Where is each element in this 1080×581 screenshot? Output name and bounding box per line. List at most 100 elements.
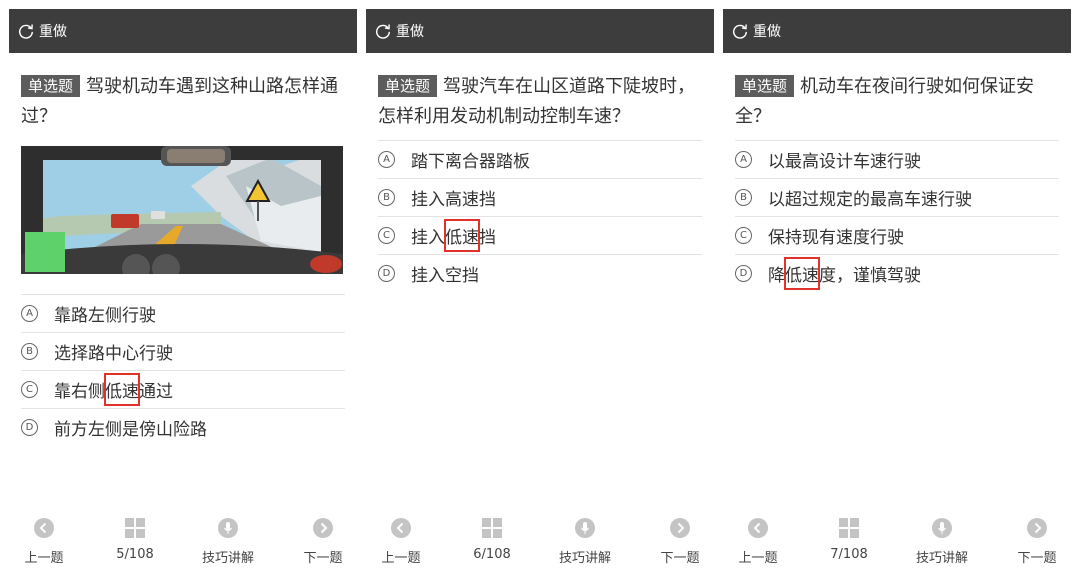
skill-explain-button[interactable]: 技巧讲解 (552, 517, 618, 566)
microphone-icon (575, 518, 595, 538)
redo-label: 重做 (753, 24, 781, 40)
prev-question-button[interactable]: 上一题 (17, 517, 71, 566)
option-text-before: 降 (768, 266, 785, 286)
option-b[interactable]: B 挂入高速挡 (378, 179, 702, 217)
prev-label: 上一题 (738, 551, 778, 566)
question-panel-2: 重做 单选题 驾驶汽车在山区道路下陡坡时，怎样利用发动机制动控制车速？ A 踏下离合… (366, 9, 714, 581)
refresh-icon (376, 24, 391, 39)
question-stem: 单选题 驾驶机动车遇到这种山路怎样通过？ (9, 53, 357, 136)
option-c[interactable]: C 靠右侧 低速 通过 (21, 371, 345, 409)
option-text: 以最高设计车速行驶 (768, 152, 921, 172)
option-letter: D (378, 265, 395, 282)
prev-label: 上一题 (24, 551, 64, 566)
option-b[interactable]: B 选择路中心行驶 (21, 333, 345, 371)
progress-label: 7/108 (830, 547, 868, 562)
top-toolbar: 重做 (723, 9, 1071, 53)
keyword-highlight: 低速 (104, 373, 140, 406)
option-text: 选择路中心行驶 (54, 344, 173, 364)
microphone-icon (218, 518, 238, 538)
question-type-badge: 单选题 (735, 75, 795, 97)
next-circle-icon (1027, 518, 1047, 538)
next-label: 下一题 (303, 551, 343, 566)
question-panel-1: 重做 单选题 驾驶机动车遇到这种山路怎样通过？ A 靠路左侧行驶 B 选择路中心… (9, 9, 357, 581)
skill-label: 技巧讲解 (201, 551, 254, 566)
question-type-badge: 单选题 (21, 75, 81, 97)
skill-explain-button[interactable]: 技巧讲解 (195, 517, 261, 566)
option-text: 挂入高速挡 (411, 190, 496, 210)
skill-label: 技巧讲解 (915, 551, 968, 566)
option-text: 踏下离合器踏板 (411, 152, 530, 172)
option-text-after: 挡 (479, 228, 496, 248)
option-text-after: 通过 (139, 382, 173, 402)
option-letter: A (21, 305, 38, 322)
prev-question-button[interactable]: 上一题 (374, 517, 428, 566)
progress-label: 5/108 (116, 547, 154, 562)
progress-label: 6/108 (473, 547, 511, 562)
keyword-highlight: 低速 (444, 219, 480, 252)
skill-explain-button[interactable]: 技巧讲解 (909, 517, 975, 566)
option-letter: D (735, 265, 752, 282)
grid-icon (125, 518, 145, 538)
microphone-icon (932, 518, 952, 538)
option-d[interactable]: D 前方左侧是傍山险路 (21, 409, 345, 446)
next-label: 下一题 (1017, 551, 1057, 566)
option-letter: B (21, 343, 38, 360)
option-d[interactable]: D 降低速 度，谨慎驾驶 (735, 255, 1059, 292)
options-list: A 踏下离合器踏板 B 挂入高速挡 C 挂入 低速挡 D 挂入空挡 (378, 140, 702, 292)
top-toolbar: 重做 (366, 9, 714, 53)
option-c[interactable]: C 保持现有速度行驶 (735, 217, 1059, 255)
option-text: 挂入空挡 (411, 266, 479, 286)
option-text: 前方左侧是傍山险路 (54, 420, 207, 440)
next-label: 下一题 (660, 551, 700, 566)
option-a[interactable]: A 以最高设计车速行驶 (735, 141, 1059, 179)
mountain-road-scene (21, 146, 343, 274)
redo-label: 重做 (39, 24, 67, 40)
grid-icon (482, 518, 502, 538)
option-c[interactable]: C 挂入 低速挡 (378, 217, 702, 255)
question-index-button[interactable]: 5/108 (105, 517, 165, 562)
question-scene-image (21, 146, 343, 274)
keyword-highlight: 低速 (784, 257, 820, 290)
refresh-icon (733, 24, 748, 39)
option-text-before: 靠右侧 (54, 382, 105, 402)
question-type-badge: 单选题 (378, 75, 438, 97)
next-question-button[interactable]: 下一题 (652, 517, 708, 566)
option-text-after: 度，谨慎驾驶 (819, 266, 921, 286)
option-text: 保持现有速度行驶 (768, 228, 904, 248)
option-letter: B (378, 189, 395, 206)
option-d[interactable]: D 挂入空挡 (378, 255, 702, 292)
option-letter: C (21, 381, 38, 398)
option-letter: C (735, 227, 752, 244)
bottom-nav: 上一题 5/108 技巧讲解 下一题 (9, 517, 357, 569)
redo-button[interactable]: 重做 (17, 21, 67, 41)
redo-button[interactable]: 重做 (374, 21, 424, 41)
option-a[interactable]: A 踏下离合器踏板 (378, 141, 702, 179)
question-stem: 单选题 机动车在夜间行驶如何保证安全？ (723, 53, 1071, 136)
option-text-before: 挂入 (411, 228, 445, 248)
option-b[interactable]: B 以超过规定的最高车速行驶 (735, 179, 1059, 217)
refresh-icon (19, 24, 34, 39)
option-letter: C (378, 227, 395, 244)
options-list: A 靠路左侧行驶 B 选择路中心行驶 C 靠右侧 低速 通过 D 前方左侧是傍山险路 (21, 294, 345, 446)
prev-circle-icon (391, 518, 411, 538)
prev-circle-icon (34, 518, 54, 538)
prev-question-button[interactable]: 上一题 (731, 517, 785, 566)
bottom-nav: 上一题 6/108 技巧讲解 下一题 (366, 517, 714, 569)
question-panel-3: 重做 单选题 机动车在夜间行驶如何保证安全？ A 以最高设计车速行驶 B 以超过规定的… (723, 9, 1071, 581)
next-question-button[interactable]: 下一题 (1009, 517, 1065, 566)
redo-label: 重做 (396, 24, 424, 40)
skill-label: 技巧讲解 (558, 551, 611, 566)
grid-icon (839, 518, 859, 538)
question-index-button[interactable]: 6/108 (462, 517, 522, 562)
option-letter: A (378, 151, 395, 168)
option-letter: B (735, 189, 752, 206)
option-a[interactable]: A 靠路左侧行驶 (21, 295, 345, 333)
option-letter: D (21, 419, 38, 436)
next-circle-icon (313, 518, 333, 538)
redo-button[interactable]: 重做 (731, 21, 781, 41)
prev-label: 上一题 (381, 551, 421, 566)
next-circle-icon (670, 518, 690, 538)
option-text: 靠路左侧行驶 (54, 306, 156, 326)
next-question-button[interactable]: 下一题 (295, 517, 351, 566)
question-index-button[interactable]: 7/108 (819, 517, 879, 562)
